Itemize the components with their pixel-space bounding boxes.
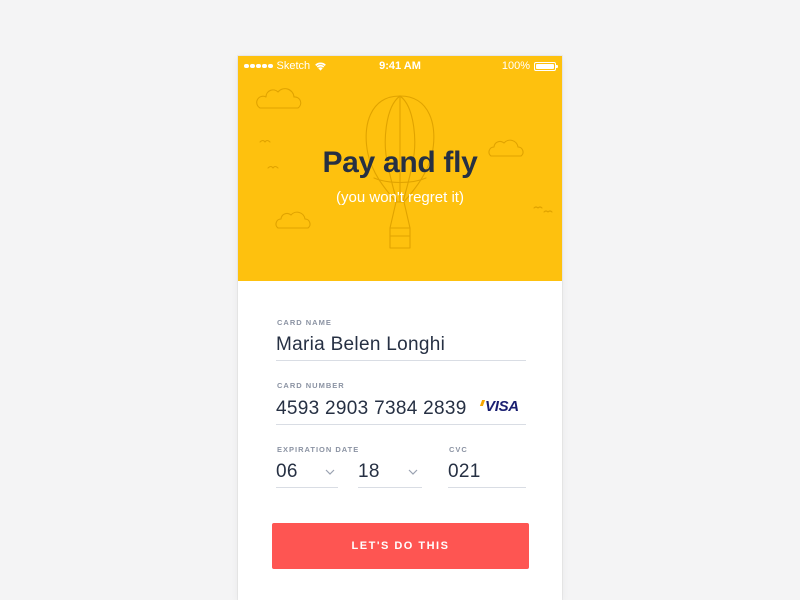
card-number-underline [276, 424, 526, 425]
phone-screen: Sketch 9:41 AM 100% Pay and fly (you won… [238, 56, 562, 600]
expiration-year-underline [358, 487, 422, 488]
status-right: 100% [501, 56, 558, 76]
battery-percentage: 100% [501, 60, 530, 72]
hero-banner: Sketch 9:41 AM 100% Pay and fly (you won… [238, 56, 562, 281]
page-title: Pay and fly [322, 146, 478, 179]
status-bar: Sketch 9:41 AM 100% [238, 56, 562, 76]
submit-payment-button[interactable]: LET'S DO THIS [272, 523, 529, 569]
expiration-label: EXPIRATION DATE [277, 445, 360, 454]
visa-logo-icon: VISA [485, 398, 519, 415]
card-name-label: CARD NAME [277, 318, 332, 327]
cvc-underline [448, 487, 526, 488]
expiration-month-select[interactable]: 06 [276, 461, 298, 483]
card-number-label: CARD NUMBER [277, 381, 345, 390]
chevron-down-icon[interactable] [408, 469, 418, 475]
page-subtitle: (you won't regret it) [336, 189, 464, 206]
expiration-year-select[interactable]: 18 [358, 461, 380, 483]
card-name-underline [276, 360, 526, 361]
cvc-label: CVC [449, 445, 468, 454]
expiration-month-underline [276, 487, 338, 488]
battery-icon [534, 61, 558, 71]
card-number-input[interactable]: 4593 2903 7384 2839 [276, 398, 467, 420]
chevron-down-icon[interactable] [325, 469, 335, 475]
cvc-input[interactable]: 021 [448, 461, 481, 483]
card-name-input[interactable]: Maria Belen Longhi [276, 334, 445, 356]
